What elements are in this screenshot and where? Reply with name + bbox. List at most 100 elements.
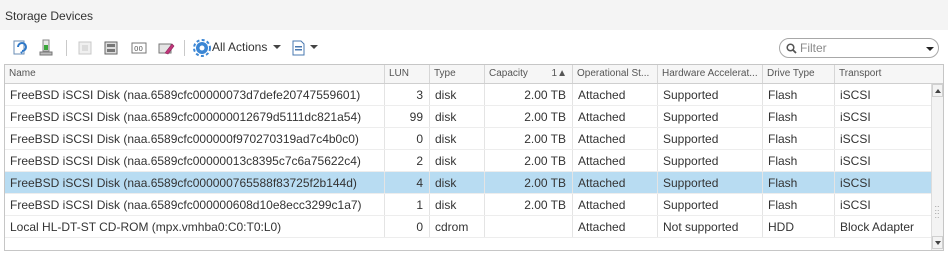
cell-lun: 1: [385, 194, 430, 215]
cell-operational-state: Attached: [573, 128, 658, 149]
table-row[interactable]: FreeBSD iSCSI Disk (naa.6589cfc000000012…: [5, 106, 931, 128]
scroll-up-button[interactable]: [932, 84, 943, 97]
cell-operational-state: Attached: [573, 194, 658, 215]
cell-operational-state: Attached: [573, 150, 658, 171]
storage-devices-panel: Storage Devices 00 All Actions Filter Na…: [0, 0, 948, 257]
cell-lun: 0: [385, 216, 430, 237]
svg-text:00: 00: [134, 45, 143, 53]
table-row[interactable]: Local HL-DT-ST CD-ROM (mpx.vmhba0:C0:T0:…: [5, 216, 931, 238]
cell-transport: iSCSI: [840, 154, 871, 168]
cell-hardware-acceleration: Supported: [658, 194, 763, 215]
cell-drive-type: Flash: [763, 128, 835, 149]
table-row[interactable]: FreeBSD iSCSI Disk (naa.6589cfc00000073d…: [5, 84, 931, 106]
cell-hardware-acceleration: Supported: [658, 128, 763, 149]
vertical-scrollbar[interactable]: [931, 84, 943, 250]
rescan-disabled-icon[interactable]: [76, 39, 94, 57]
cell-operational-state: Attached: [573, 172, 658, 193]
column-header-operational-state[interactable]: Operational St...: [573, 65, 658, 83]
chevron-down-icon[interactable]: [926, 47, 934, 51]
sort-indicator: 1▲: [551, 68, 567, 79]
cell-lun: 4: [385, 172, 430, 193]
cell-transport: iSCSI: [840, 110, 871, 124]
erase-partitions-icon[interactable]: [157, 39, 175, 57]
column-header-drive-type[interactable]: Drive Type: [763, 65, 835, 83]
cell-capacity: 2.00 TB: [485, 194, 573, 215]
cell-operational-state: Attached: [573, 216, 658, 237]
column-header-name[interactable]: Name: [5, 65, 385, 83]
table-row[interactable]: FreeBSD iSCSI Disk (naa.6589cfc000000765…: [5, 172, 931, 194]
cell-type: disk: [430, 194, 485, 215]
cell-drive-type: Flash: [763, 106, 835, 127]
chevron-down-icon[interactable]: [273, 45, 281, 49]
table-row[interactable]: FreeBSD iSCSI Disk (naa.6589cfc000000f97…: [5, 128, 931, 150]
cell-operational-state: Attached: [573, 84, 658, 105]
chevron-down-icon[interactable]: [310, 45, 318, 49]
cell-type: disk: [430, 106, 485, 127]
cell-type: disk: [430, 84, 485, 105]
cell-transport: iSCSI: [840, 176, 871, 190]
cell-lun: 3: [385, 84, 430, 105]
cell-type: disk: [430, 150, 485, 171]
column-header-lun[interactable]: LUN: [385, 65, 430, 83]
storage-icon[interactable]: [102, 39, 120, 57]
cell-transport: iSCSI: [840, 198, 871, 212]
cell-type: cdrom: [430, 216, 485, 237]
devices-table: Name LUN Type Capacity 1▲ Operational St…: [4, 64, 944, 251]
cell-type: disk: [430, 172, 485, 193]
cell-hardware-acceleration: Not supported: [658, 216, 763, 237]
cell-hardware-acceleration: Supported: [658, 84, 763, 105]
cell-name: FreeBSD iSCSI Disk (naa.6589cfc000000765…: [5, 172, 385, 193]
cell-lun: 2: [385, 150, 430, 171]
cell-lun: 0: [385, 128, 430, 149]
header-corner: [931, 65, 943, 84]
cell-capacity: [485, 216, 573, 237]
search-icon: [786, 43, 797, 54]
all-actions-button[interactable]: All Actions: [212, 40, 267, 54]
cell-capacity: 2.00 TB: [485, 106, 573, 127]
gear-icon[interactable]: [193, 39, 211, 57]
cell-hardware-acceleration: Supported: [658, 106, 763, 127]
cell-drive-type: Flash: [763, 84, 835, 105]
column-header-transport[interactable]: Transport: [835, 65, 931, 83]
filter-box[interactable]: [779, 38, 939, 58]
chevron-down-icon: [935, 241, 941, 245]
table-header: Name LUN Type Capacity 1▲ Operational St…: [5, 65, 931, 84]
toolbar-separator: [184, 40, 185, 56]
cell-transport: Block Adapter: [840, 220, 915, 234]
refresh-icon[interactable]: [11, 39, 29, 57]
cell-drive-type: Flash: [763, 150, 835, 171]
column-header-hardware-acceleration[interactable]: Hardware Accelerat...: [658, 65, 763, 83]
cell-capacity: 2.00 TB: [485, 150, 573, 171]
panel-title: Storage Devices: [0, 0, 948, 30]
cell-capacity: 2.00 TB: [485, 128, 573, 149]
table-row[interactable]: FreeBSD iSCSI Disk (naa.6589cfc000000608…: [5, 194, 931, 216]
cell-name: Local HL-DT-ST CD-ROM (mpx.vmhba0:C0:T0:…: [5, 216, 385, 237]
column-label: Capacity: [489, 68, 528, 79]
cell-transport: iSCSI: [840, 132, 871, 146]
cell-name: FreeBSD iSCSI Disk (naa.6589cfc000000012…: [5, 106, 385, 127]
cell-drive-type: HDD: [763, 216, 835, 237]
cell-capacity: 2.00 TB: [485, 172, 573, 193]
cell-name: FreeBSD iSCSI Disk (naa.6589cfc000000608…: [5, 194, 385, 215]
table-row[interactable]: FreeBSD iSCSI Disk (naa.6589cfc00000013c…: [5, 150, 931, 172]
cell-drive-type: Flash: [763, 194, 835, 215]
column-header-type[interactable]: Type: [430, 65, 485, 83]
cell-lun: 99: [385, 106, 430, 127]
chevron-up-icon: [935, 89, 941, 93]
resize-grip-icon[interactable]: ::::: [931, 204, 943, 220]
cell-hardware-acceleration: Supported: [658, 150, 763, 171]
cell-name: FreeBSD iSCSI Disk (naa.6589cfc00000013c…: [5, 150, 385, 171]
cell-operational-state: Attached: [573, 106, 658, 127]
attach-icon[interactable]: [37, 39, 55, 57]
scroll-down-button[interactable]: [932, 236, 943, 249]
serial-icon[interactable]: 00: [130, 39, 148, 57]
column-header-capacity[interactable]: Capacity 1▲: [485, 65, 573, 83]
cell-drive-type: Flash: [763, 172, 835, 193]
cell-type: disk: [430, 128, 485, 149]
filter-input[interactable]: [800, 40, 920, 56]
cell-name: FreeBSD iSCSI Disk (naa.6589cfc00000073d…: [5, 84, 385, 105]
cell-transport: iSCSI: [840, 88, 871, 102]
export-icon[interactable]: [290, 39, 308, 57]
toolbar-separator: [66, 40, 67, 56]
cell-capacity: 2.00 TB: [485, 84, 573, 105]
